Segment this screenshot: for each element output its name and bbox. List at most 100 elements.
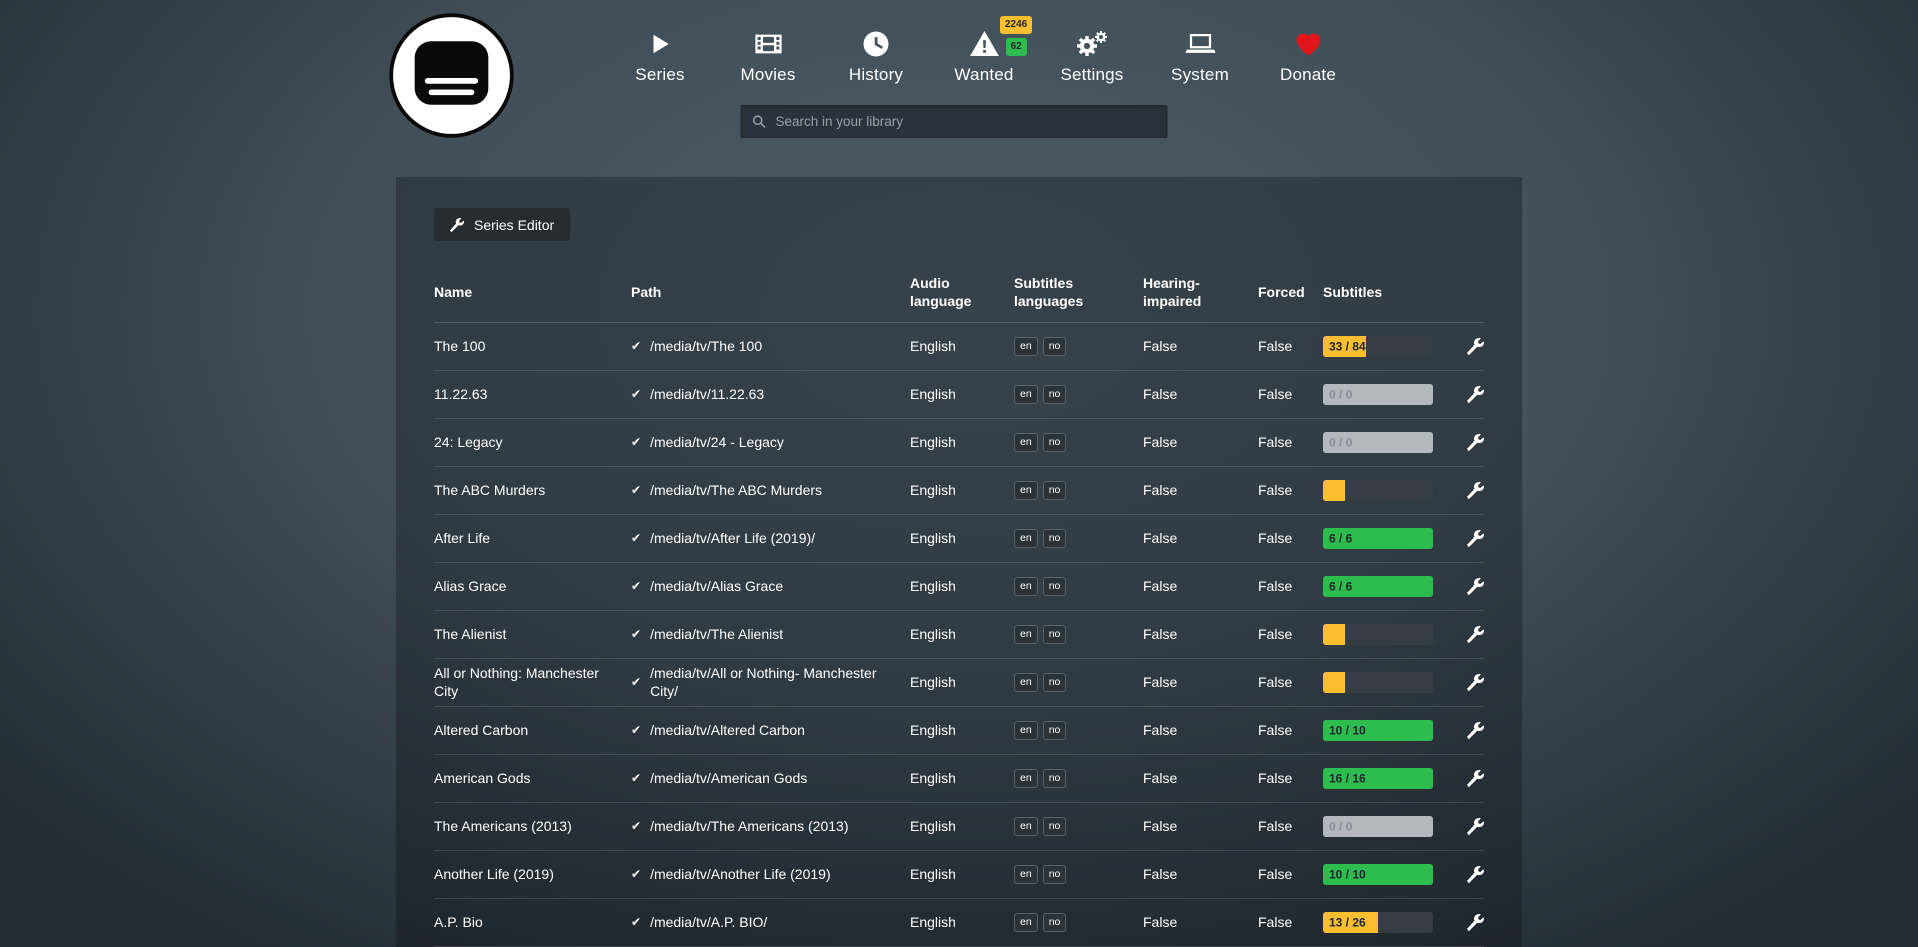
wrench-icon[interactable] <box>1467 386 1484 403</box>
check-icon: ✔ <box>631 387 641 402</box>
wrench-icon[interactable] <box>1467 578 1484 595</box>
check-icon: ✔ <box>631 627 641 642</box>
series-path: /media/tv/The Alienist <box>650 626 783 644</box>
series-name[interactable]: The Americans (2013) <box>434 818 631 836</box>
column-header-subtitles-languages: Subtitles languages <box>1014 275 1143 310</box>
series-path: /media/tv/After Life (2019)/ <box>650 530 815 548</box>
table-row: American Gods ✔ /media/tv/American Gods … <box>434 755 1484 803</box>
series-name[interactable]: A.P. Bio <box>434 914 631 932</box>
wanted-badges: 2246 62 <box>1000 16 1032 56</box>
language-badge: no <box>1043 481 1067 500</box>
audio-language: English <box>910 578 1014 596</box>
wrench-icon[interactable] <box>1467 626 1484 643</box>
hearing-impaired-value: False <box>1143 866 1258 884</box>
language-badge: en <box>1014 385 1038 404</box>
series-name[interactable]: Alias Grace <box>434 578 631 596</box>
nav-item-history[interactable]: History <box>822 26 930 85</box>
nav-label: History <box>849 65 903 85</box>
subtitles-progress: 6 / 6 <box>1323 528 1433 549</box>
table-row: All or Nothing: Manchester City ✔ /media… <box>434 659 1484 707</box>
nav-item-system[interactable]: System <box>1146 26 1254 85</box>
table-row: 11.22.63 ✔ /media/tv/11.22.63 English en… <box>434 371 1484 419</box>
language-badge: no <box>1043 337 1067 356</box>
forced-value: False <box>1258 386 1323 404</box>
series-name[interactable]: Another Life (2019) <box>434 866 631 884</box>
main-nav: Series Movies History 2246 62 <box>606 26 1362 85</box>
check-icon: ✔ <box>631 483 641 498</box>
wrench-icon[interactable] <box>1467 530 1484 547</box>
wrench-icon[interactable] <box>1467 434 1484 451</box>
series-name[interactable]: After Life <box>434 530 631 548</box>
forced-value: False <box>1258 434 1323 452</box>
wrench-icon[interactable] <box>1467 482 1484 499</box>
check-icon: ✔ <box>631 723 641 738</box>
audio-language: English <box>910 626 1014 644</box>
language-badge: no <box>1043 433 1067 452</box>
series-name[interactable]: 11.22.63 <box>434 386 631 404</box>
column-header-path: Path <box>631 284 910 302</box>
subtitles-progress-label: 10 / 10 <box>1329 723 1366 738</box>
forced-value: False <box>1258 818 1323 836</box>
audio-language: English <box>910 914 1014 932</box>
language-badge: no <box>1043 721 1067 740</box>
audio-language: English <box>910 386 1014 404</box>
subtitle-language-badges: enno <box>1014 673 1143 692</box>
language-badge: en <box>1014 433 1038 452</box>
nav-item-wanted[interactable]: 2246 62 Wanted <box>930 26 1038 85</box>
wrench-icon[interactable] <box>1467 722 1484 739</box>
hearing-impaired-value: False <box>1143 530 1258 548</box>
audio-language: English <box>910 770 1014 788</box>
series-name[interactable]: American Gods <box>434 770 631 788</box>
subtitles-progress: 0 / 0 <box>1323 384 1433 405</box>
nav-item-settings[interactable]: Settings <box>1038 26 1146 85</box>
nav-label: Donate <box>1280 65 1336 85</box>
language-badge: en <box>1014 673 1038 692</box>
hearing-impaired-value: False <box>1143 722 1258 740</box>
bazarr-logo[interactable] <box>388 12 515 139</box>
subtitle-language-badges: enno <box>1014 721 1143 740</box>
subtitles-progress-label: 6 / 6 <box>1329 531 1352 546</box>
check-icon: ✔ <box>631 531 641 546</box>
wrench-icon[interactable] <box>1467 674 1484 691</box>
hearing-impaired-value: False <box>1143 914 1258 932</box>
nav-item-donate[interactable]: Donate <box>1254 26 1362 85</box>
hearing-impaired-value: False <box>1143 482 1258 500</box>
forced-value: False <box>1258 338 1323 356</box>
wrench-icon[interactable] <box>1467 866 1484 883</box>
language-badge: no <box>1043 817 1067 836</box>
check-icon: ✔ <box>631 579 641 594</box>
series-name[interactable]: The ABC Murders <box>434 482 631 500</box>
heart-icon <box>1293 26 1324 62</box>
check-icon: ✔ <box>631 435 641 450</box>
series-name[interactable]: All or Nothing: Manchester City <box>434 665 631 700</box>
series-editor-button[interactable]: Series Editor <box>434 208 570 241</box>
table-row: Another Life (2019) ✔ /media/tv/Another … <box>434 851 1484 899</box>
nav-item-movies[interactable]: Movies <box>714 26 822 85</box>
hearing-impaired-value: False <box>1143 626 1258 644</box>
laptop-icon <box>1184 26 1217 62</box>
table-row: The 100 ✔ /media/tv/The 100 English enno… <box>434 323 1484 371</box>
subtitle-language-badges: enno <box>1014 625 1143 644</box>
language-badge: no <box>1043 529 1067 548</box>
subtitles-progress-label: 0 / 0 <box>1329 387 1352 402</box>
series-name[interactable]: Altered Carbon <box>434 722 631 740</box>
forced-value: False <box>1258 674 1323 692</box>
subtitles-progress <box>1323 624 1433 645</box>
search-input[interactable] <box>776 114 1157 129</box>
subtitle-language-badges: enno <box>1014 385 1143 404</box>
language-badge: no <box>1043 625 1067 644</box>
series-name[interactable]: The Alienist <box>434 626 631 644</box>
nav-item-series[interactable]: Series <box>606 26 714 85</box>
wrench-icon[interactable] <box>1467 818 1484 835</box>
wrench-icon[interactable] <box>1467 770 1484 787</box>
series-name[interactable]: The 100 <box>434 338 631 356</box>
subtitles-progress: 6 / 6 <box>1323 576 1433 597</box>
wrench-icon[interactable] <box>1467 914 1484 931</box>
wrench-icon[interactable] <box>1467 338 1484 355</box>
language-badge: en <box>1014 625 1038 644</box>
subtitles-progress-label: 0 / 0 <box>1329 435 1352 450</box>
series-name[interactable]: 24: Legacy <box>434 434 631 452</box>
check-icon: ✔ <box>631 867 641 882</box>
nav-label: System <box>1171 65 1229 85</box>
table-row: Altered Carbon ✔ /media/tv/Altered Carbo… <box>434 707 1484 755</box>
